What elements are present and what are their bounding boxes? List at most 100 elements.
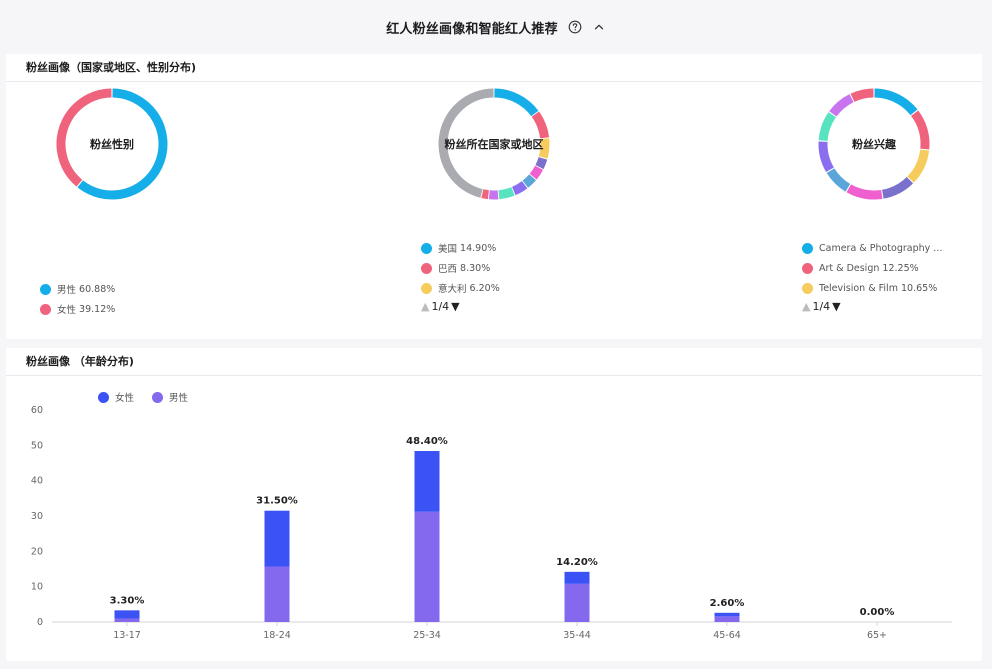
chevron-up-icon[interactable] <box>592 20 606 34</box>
y-tick-label: 50 <box>31 440 43 451</box>
legend-label: Art & Design <box>819 262 880 274</box>
bar-segment <box>714 616 740 622</box>
pager-text: 1/4 <box>431 300 450 313</box>
donut-segment <box>846 184 883 200</box>
legend-dot <box>421 242 432 254</box>
legend-item: Camera & Photography ... <box>802 238 942 258</box>
legend-value: 39.12% <box>79 303 116 315</box>
region-donut-chart: 粉丝所在国家或地区 <box>434 84 554 204</box>
legend-value: 14.90% <box>460 242 497 254</box>
donut-center-label: 粉丝兴趣 <box>852 138 896 151</box>
age-legend: 女性 男性 <box>98 390 188 404</box>
bar-data-label: 48.40% <box>406 436 448 447</box>
y-tick-label: 0 <box>37 617 43 628</box>
legend-label: 女性 <box>115 393 135 404</box>
fan-profile-region-card: 粉丝画像（国家或地区、性别分布) 粉丝性别 男性 60.88% 女性 39.12… <box>6 54 982 339</box>
interest-pager: ▲ 1/4 ▼ <box>802 300 942 313</box>
x-tick-label: 18-24 <box>263 630 291 641</box>
bar-segment <box>564 583 590 622</box>
donut-segment <box>907 149 930 183</box>
donut-segment <box>826 168 851 192</box>
donut-segment <box>535 156 548 170</box>
legend-item-female[interactable]: 女性 <box>98 390 134 404</box>
donut-segment <box>850 88 874 102</box>
legend-dot <box>802 262 813 274</box>
x-tick-label: 25-34 <box>413 630 441 641</box>
bar-data-label: 2.60% <box>710 598 745 609</box>
legend-dot <box>40 283 51 295</box>
bar-segment <box>264 566 290 622</box>
legend-value: 6.20% <box>469 282 500 294</box>
bar-segment <box>414 511 440 622</box>
bar-data-label: 0.00% <box>860 607 895 618</box>
card-title: 粉丝画像（国家或地区、性别分布) <box>6 54 982 82</box>
legend-label: 男性 <box>57 285 77 296</box>
legend-item: Television & Film 10.65% <box>802 278 942 298</box>
interest-legend: Camera & Photography ... Art & Design 12… <box>802 238 942 313</box>
x-tick-label: 65+ <box>867 630 887 641</box>
region-donut-block: 粉丝所在国家或地区 <box>434 84 554 204</box>
legend-label: Camera & Photography ... <box>819 242 943 254</box>
bar-segment <box>264 510 290 567</box>
legend-item: 女性 39.12% <box>40 299 115 319</box>
legend-item: 男性 60.88% <box>40 279 115 299</box>
legend-value: 8.30% <box>460 262 491 274</box>
legend-label: 女性 <box>57 305 77 316</box>
legend-item: 巴西 8.30% <box>421 258 500 278</box>
bar-data-label: 14.20% <box>556 557 598 568</box>
legend-dot <box>98 391 109 403</box>
donut-segment <box>829 94 854 117</box>
y-tick-label: 20 <box>31 546 43 557</box>
prev-page-icon[interactable]: ▲ <box>421 300 429 313</box>
legend-item: 美国 14.90% <box>421 238 500 258</box>
next-page-icon[interactable]: ▼ <box>451 300 459 313</box>
donut-segment <box>522 174 537 188</box>
interest-donut-chart: 粉丝兴趣 <box>814 84 934 204</box>
legend-label: Television & Film <box>819 282 898 294</box>
legend-item: Art & Design 12.25% <box>802 258 942 278</box>
legend-label: 男性 <box>169 393 189 404</box>
bar-segment <box>114 610 140 619</box>
legend-value: 60.88% <box>79 283 116 295</box>
legend-value: 10.65% <box>901 282 938 294</box>
legend-item-male[interactable]: 男性 <box>152 390 188 404</box>
donut-segment <box>494 88 539 117</box>
legend-label: 意大利 <box>438 284 467 295</box>
help-icon[interactable] <box>568 20 582 34</box>
x-tick-label: 35-44 <box>563 630 591 641</box>
legend-dot <box>152 391 164 403</box>
gender-donut-block: 粉丝性别 <box>52 84 172 204</box>
legend-item: 意大利 6.20% <box>421 278 500 298</box>
pager-text: 1/4 <box>812 300 831 313</box>
donut-center-label: 粉丝性别 <box>90 138 134 151</box>
y-tick-label: 10 <box>31 582 43 593</box>
legend-label: 巴西 <box>438 264 458 275</box>
y-tick-label: 30 <box>31 511 43 522</box>
next-page-icon[interactable]: ▼ <box>832 300 840 313</box>
y-tick-label: 40 <box>31 476 43 487</box>
page-title: 红人粉丝画像和智能红人推荐 <box>386 21 558 37</box>
legend-dot <box>40 303 51 315</box>
bar-data-label: 31.50% <box>256 496 298 507</box>
y-tick-label: 60 <box>31 405 43 416</box>
legend-dot <box>802 282 813 294</box>
legend-label: 美国 <box>438 244 458 255</box>
bar-segment <box>714 612 740 617</box>
region-pager: ▲ 1/4 ▼ <box>421 300 500 313</box>
interest-donut-block: 粉丝兴趣 <box>814 84 934 204</box>
x-tick-label: 13-17 <box>113 630 141 641</box>
donut-segment <box>881 176 914 199</box>
fan-profile-age-card: 粉丝画像 （年龄分布) 0 10 20 30 40 50 60 13-17 3.30% 18-24… <box>6 348 982 661</box>
x-tick-label: 45-64 <box>713 630 741 641</box>
donut-segment <box>529 165 544 180</box>
donut-center-label: 粉丝所在国家或地区 <box>444 138 544 151</box>
gender-legend: 男性 60.88% 女性 39.12% <box>40 279 115 319</box>
donut-segment <box>498 187 515 200</box>
legend-value: 12.25% <box>882 262 919 274</box>
donut-segment <box>874 88 918 116</box>
legend-dot <box>421 262 432 274</box>
prev-page-icon[interactable]: ▲ <box>802 300 810 313</box>
region-legend: 美国 14.90% 巴西 8.30% 意大利 6.20% ▲ 1/4 ▼ <box>421 238 500 313</box>
bar-segment <box>114 618 140 622</box>
bar-segment <box>564 571 590 584</box>
